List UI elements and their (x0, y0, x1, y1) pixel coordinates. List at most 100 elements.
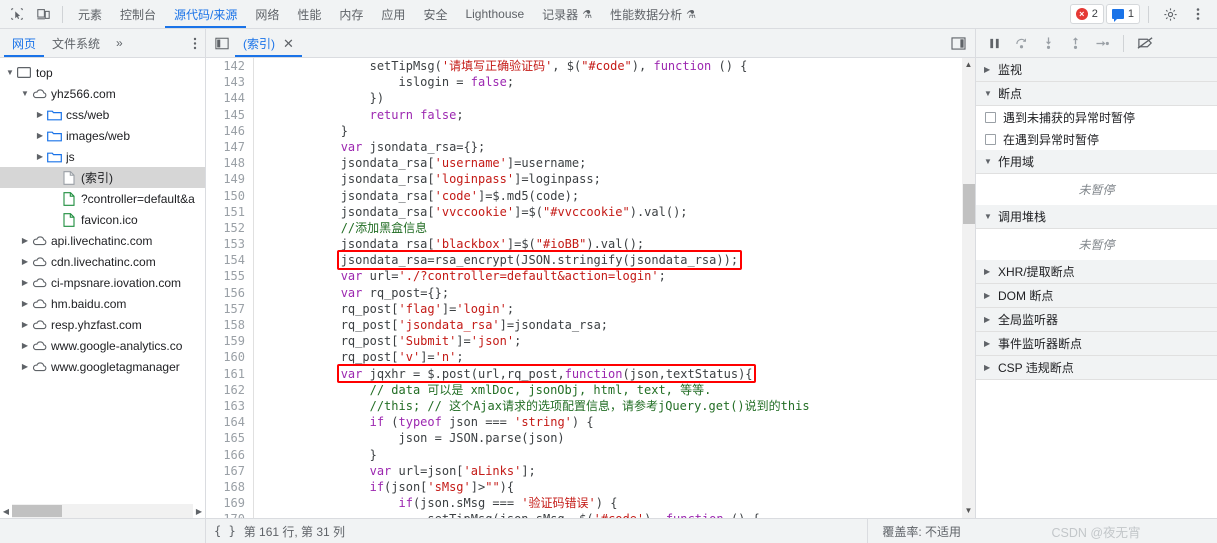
code-line[interactable]: } (254, 123, 961, 139)
show-debugger-sidebar-icon[interactable] (945, 31, 971, 55)
code-line[interactable]: islogin = false; (254, 74, 961, 90)
chevron-right-icon[interactable]: ▶ (34, 131, 46, 140)
line-number[interactable]: 154 (206, 252, 245, 268)
pause-resume-icon[interactable] (982, 32, 1006, 54)
code-line[interactable]: jsondata_rsa['loginpass']=loginpass; (254, 171, 961, 187)
tree-item[interactable]: ▶ www.google-analytics.co (0, 335, 205, 356)
line-number[interactable]: 159 (206, 333, 245, 349)
tree-item[interactable]: ▶ ci-mpsnare.iovation.com (0, 272, 205, 293)
pretty-print-icon[interactable]: { } (214, 524, 236, 538)
pause-on-uncaught-exceptions-row[interactable]: 遇到未捕获的异常时暂停 (976, 106, 1217, 128)
line-number[interactable]: 163 (206, 398, 245, 414)
scroll-left-icon[interactable]: ◀ (0, 507, 12, 516)
code-line[interactable]: setTipMsg(json.sMsg, $('#code'), functio… (254, 511, 961, 518)
code-line[interactable]: if (typeof json === 'string') { (254, 414, 961, 430)
line-number[interactable]: 153 (206, 236, 245, 252)
tab-elements[interactable]: 元素 (69, 0, 111, 28)
tab-console[interactable]: 控制台 (111, 0, 165, 28)
chevron-right-icon[interactable]: ▶ (19, 278, 31, 287)
chevron-down-icon[interactable]: ▼ (19, 89, 31, 98)
line-number[interactable]: 152 (206, 220, 245, 236)
line-number[interactable]: 169 (206, 495, 245, 511)
chevron-right-icon[interactable]: ▶ (19, 362, 31, 371)
line-number[interactable]: 147 (206, 139, 245, 155)
pause-on-exceptions-row[interactable]: 在遇到异常时暂停 (976, 128, 1217, 150)
line-number[interactable]: 144 (206, 90, 245, 106)
tab-performance-insights[interactable]: 性能数据分析 ⚗ (601, 0, 705, 28)
section-event-listener-breakpoints[interactable]: ▶ 事件监听器断点 (976, 332, 1217, 356)
subtab-overflow-icon[interactable]: » (108, 29, 131, 57)
line-number[interactable]: 162 (206, 382, 245, 398)
deactivate-breakpoints-icon[interactable] (1133, 32, 1157, 54)
editor-tab-index[interactable]: (索引) ✕ (235, 29, 302, 57)
line-number[interactable]: 155 (206, 268, 245, 284)
code-line[interactable]: rq_post['Submit']='json'; (254, 333, 961, 349)
tree-item[interactable]: ▶ css/web (0, 104, 205, 125)
section-xhr-breakpoints[interactable]: ▶ XHR/提取断点 (976, 260, 1217, 284)
code-line[interactable]: rq_post['jsondata_rsa']=jsondata_rsa; (254, 317, 961, 333)
subtab-page[interactable]: 网页 (4, 29, 45, 57)
line-number[interactable]: 148 (206, 155, 245, 171)
section-dom-breakpoints[interactable]: ▶ DOM 断点 (976, 284, 1217, 308)
section-csp-violation-breakpoints[interactable]: ▶ CSP 违规断点 (976, 356, 1217, 380)
code-line[interactable]: var url='./?controller=default&action=lo… (254, 268, 961, 284)
code-line[interactable]: jsondata_rsa=rsa_encrypt(JSON.stringify(… (254, 252, 961, 268)
code-line[interactable]: jsondata_rsa['username']=username; (254, 155, 961, 171)
tree-item[interactable]: ▼ yhz566.com (0, 83, 205, 104)
code-line[interactable]: var jqxhr = $.post(url,rq_post,function(… (254, 366, 961, 382)
code-line[interactable]: } (254, 447, 961, 463)
code-line[interactable]: rq_post['flag']='login'; (254, 301, 961, 317)
show-navigator-icon[interactable] (209, 31, 235, 55)
code-line[interactable]: //添加黑盒信息 (254, 220, 961, 236)
close-icon[interactable]: ✕ (281, 36, 296, 51)
tree-item[interactable]: (索引) (0, 167, 205, 188)
code-line[interactable]: json = JSON.parse(json) (254, 430, 961, 446)
tree-item[interactable]: ▼ top (0, 62, 205, 83)
tab-network[interactable]: 网络 (246, 0, 288, 28)
line-number[interactable]: 160 (206, 349, 245, 365)
tree-item[interactable]: ▶ api.livechatinc.com (0, 230, 205, 251)
code-line[interactable]: setTipMsg('请填写正确验证码', $("#code"), functi… (254, 58, 961, 74)
scrollbar-thumb[interactable] (12, 505, 62, 517)
step-icon[interactable] (1090, 32, 1114, 54)
scrollbar-thumb[interactable] (963, 184, 975, 224)
line-number[interactable]: 164 (206, 414, 245, 430)
code-line[interactable]: jsondata_rsa['vvccookie']=$("#vvccookie"… (254, 204, 961, 220)
step-into-icon[interactable] (1036, 32, 1060, 54)
scroll-up-icon[interactable]: ▲ (965, 58, 973, 72)
scrollbar-track[interactable] (12, 504, 193, 518)
line-number[interactable]: 166 (206, 447, 245, 463)
checkbox[interactable] (985, 133, 996, 145)
section-breakpoints[interactable]: ▼ 断点 (976, 82, 1217, 106)
code-line[interactable]: return false; (254, 107, 961, 123)
tree-item[interactable]: ▶ www.googletagmanager (0, 356, 205, 377)
line-number[interactable]: 167 (206, 463, 245, 479)
source-code[interactable]: setTipMsg('请填写正确验证码', $("#code"), functi… (254, 58, 961, 518)
code-line[interactable]: rq_post['v']='n'; (254, 349, 961, 365)
chevron-right-icon[interactable]: ▶ (19, 320, 31, 329)
kebab-menu-icon[interactable] (1185, 2, 1211, 26)
line-number[interactable]: 158 (206, 317, 245, 333)
line-number[interactable]: 170 (206, 511, 245, 518)
gear-icon[interactable] (1157, 2, 1183, 26)
code-line[interactable]: jsondata_rsa['blackbox']=$("#ioBB").val(… (254, 236, 961, 252)
inspect-element-icon[interactable] (4, 2, 30, 26)
line-number[interactable]: 161 (206, 366, 245, 382)
code-line[interactable]: if(json['sMsg']>""){ (254, 479, 961, 495)
line-number[interactable]: 168 (206, 479, 245, 495)
line-number[interactable]: 156 (206, 285, 245, 301)
tree-item[interactable]: ?controller=default&a (0, 188, 205, 209)
code-line[interactable]: //this; // 这个Ajax请求的选项配置信息，请参考jQuery.get… (254, 398, 961, 414)
line-number[interactable]: 142 (206, 58, 245, 74)
error-count-chip[interactable]: × 2 (1069, 4, 1104, 24)
tab-performance[interactable]: 性能 (288, 0, 330, 28)
section-watch[interactable]: ▶ 监视 (976, 58, 1217, 82)
code-line[interactable]: jsondata_rsa['code']=$.md5(code); (254, 188, 961, 204)
scroll-right-icon[interactable]: ▶ (193, 507, 205, 516)
line-number[interactable]: 157 (206, 301, 245, 317)
navigator-horizontal-scrollbar[interactable]: ◀ ▶ (0, 504, 205, 518)
chevron-right-icon[interactable]: ▶ (19, 341, 31, 350)
message-count-chip[interactable]: 1 (1105, 4, 1140, 24)
tab-security[interactable]: 安全 (414, 0, 456, 28)
tree-item[interactable]: ▶ resp.yhzfast.com (0, 314, 205, 335)
